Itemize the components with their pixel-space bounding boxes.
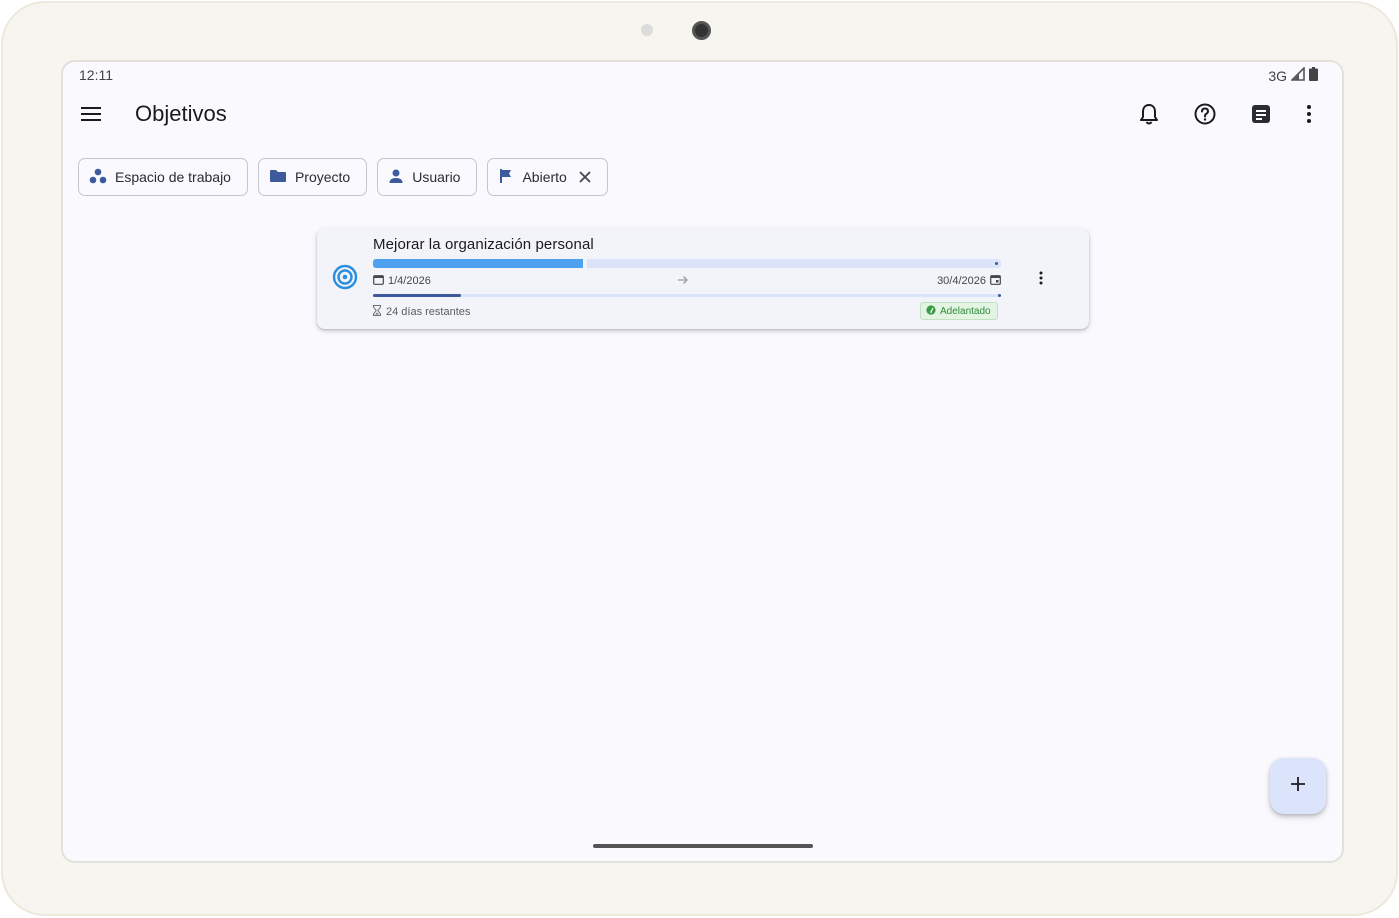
status-text: Adelantado xyxy=(940,305,991,317)
chip-label: Abierto xyxy=(522,169,567,185)
goal-progress-bar xyxy=(373,259,1001,268)
speed-icon xyxy=(926,304,936,318)
sensor-dot xyxy=(641,24,653,36)
card-more-vert-icon[interactable] xyxy=(1031,268,1051,288)
status-bar: 12:11 3G xyxy=(63,62,1342,88)
end-date: 30/4/2026 xyxy=(937,274,1001,288)
remaining-days: 24 días restantes xyxy=(373,305,470,319)
time-elapsed-fill xyxy=(373,294,461,297)
remaining-text: 24 días restantes xyxy=(386,306,471,318)
person-icon xyxy=(388,168,404,187)
network-label: 3G xyxy=(1268,67,1287,84)
target-icon xyxy=(332,264,358,295)
gesture-handle[interactable] xyxy=(593,844,813,848)
goal-progress-end-dot xyxy=(995,262,998,265)
filter-chips: Espacio de trabajo Proyecto Usuario Abie… xyxy=(78,158,608,196)
status-badge: Adelantado xyxy=(920,302,998,320)
goal-progress-fill xyxy=(373,259,583,268)
calendar-event-icon xyxy=(990,274,1001,288)
flag-icon xyxy=(498,168,514,187)
filter-chip-workspace[interactable]: Espacio de trabajo xyxy=(78,158,248,196)
more-vert-icon[interactable] xyxy=(1289,94,1329,134)
help-icon[interactable] xyxy=(1185,94,1225,134)
add-icon xyxy=(1289,775,1307,798)
screen: 12:11 3G Objetivos Espacio de trabajo Pr… xyxy=(61,60,1344,863)
goal-card[interactable]: Mejorar la organización personal 1/4/202… xyxy=(317,228,1089,329)
app-bar: Objetivos xyxy=(63,88,1342,144)
chip-label: Usuario xyxy=(412,169,461,185)
workspaces-icon xyxy=(89,168,107,187)
chip-label: Espacio de trabajo xyxy=(115,169,231,185)
filter-chip-project[interactable]: Proyecto xyxy=(257,158,368,196)
calendar-icon xyxy=(373,274,384,288)
notes-icon[interactable] xyxy=(1241,94,1281,134)
goal-title: Mejorar la organización personal xyxy=(373,236,594,253)
signal-icon xyxy=(1290,66,1305,84)
battery-icon xyxy=(1309,67,1318,84)
goal-progress-gap xyxy=(583,259,587,268)
time-elapsed-bar xyxy=(373,294,1001,297)
time-elapsed-end-dot xyxy=(998,294,1001,297)
add-goal-button[interactable] xyxy=(1270,758,1326,814)
status-time: 12:11 xyxy=(79,67,113,83)
device-frame: 12:11 3G Objetivos Espacio de trabajo Pr… xyxy=(1,1,1398,916)
status-icons: 3G xyxy=(1268,66,1318,84)
menu-icon[interactable] xyxy=(71,94,111,134)
start-date: 1/4/2026 xyxy=(373,274,431,288)
page-title: Objetivos xyxy=(135,101,227,126)
camera-lens xyxy=(692,21,711,40)
filter-chip-status[interactable]: Abierto xyxy=(487,158,608,196)
close-icon[interactable] xyxy=(579,171,591,183)
chip-label: Proyecto xyxy=(294,169,351,185)
start-date-text: 1/4/2026 xyxy=(388,275,431,287)
folder-icon xyxy=(269,169,287,186)
end-date-text: 30/4/2026 xyxy=(937,275,986,287)
hourglass-icon xyxy=(373,305,381,319)
arrow-right-icon xyxy=(677,275,689,288)
date-row: 1/4/2026 30/4/2026 xyxy=(373,274,1001,290)
bell-icon[interactable] xyxy=(1129,94,1169,134)
filter-chip-user[interactable]: Usuario xyxy=(377,158,478,196)
